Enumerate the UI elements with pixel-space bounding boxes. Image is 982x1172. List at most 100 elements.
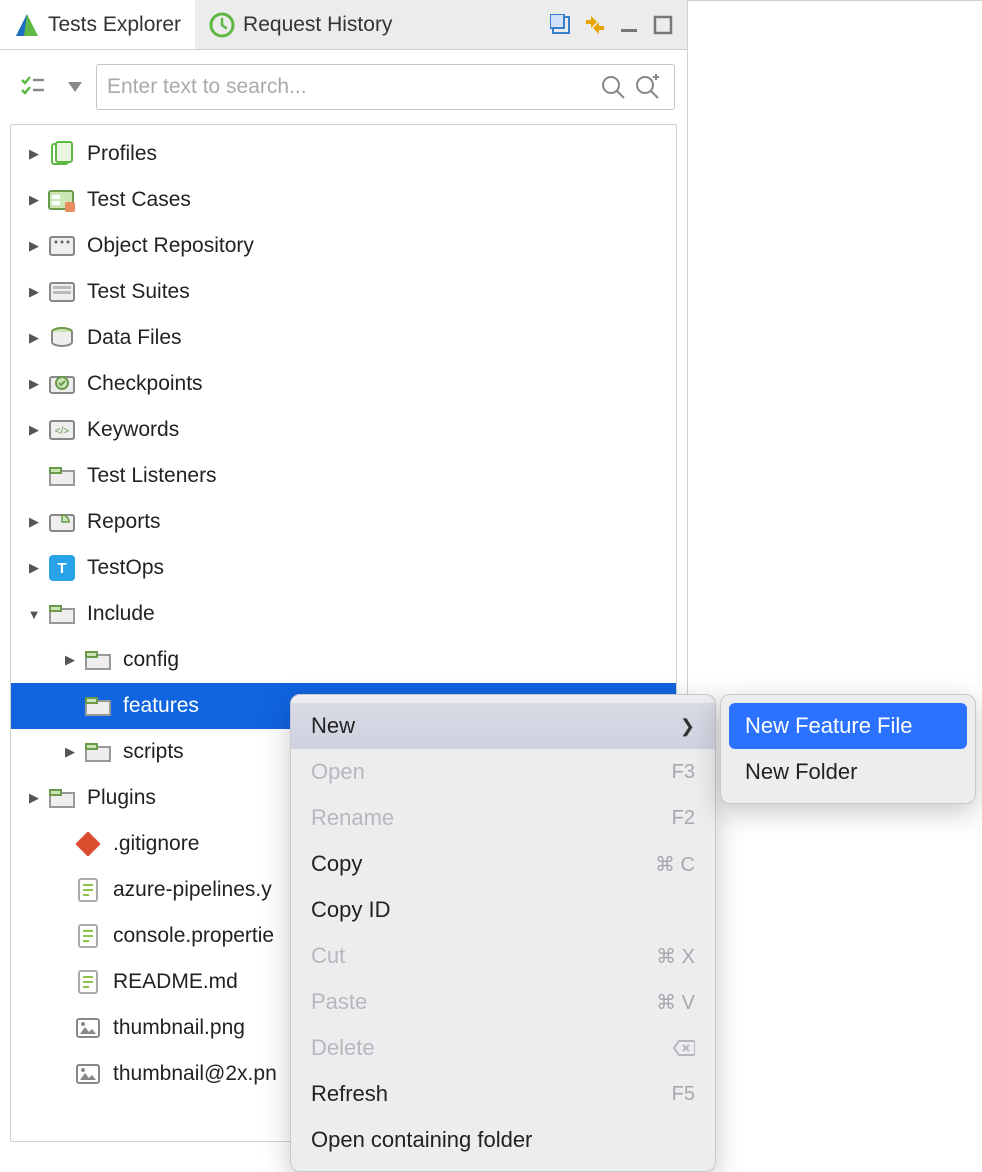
tab-tests-explorer[interactable]: Tests Explorer <box>0 0 195 49</box>
ctx-copy[interactable]: Copy ⌘ C <box>291 841 715 887</box>
ctx-label: Copy ID <box>311 897 695 923</box>
ctx-label: Rename <box>311 805 672 831</box>
ctx-label: Delete <box>311 1035 673 1061</box>
caret-right-icon: ▶ <box>21 330 47 346</box>
ctx-cut: Cut ⌘ X <box>291 933 715 979</box>
tree-label: Profiles <box>87 142 157 166</box>
tree-label: Test Cases <box>87 188 191 212</box>
caret-right-icon: ▶ <box>57 652 83 668</box>
sub-label: New Folder <box>745 759 857 785</box>
tab-request-history[interactable]: Request History <box>195 0 406 49</box>
ctx-shortcut: ⌘ C <box>655 852 695 877</box>
ctx-shortcut: ⌘ V <box>656 990 695 1015</box>
tree-label: Include <box>87 602 155 626</box>
ctx-refresh[interactable]: Refresh F5 <box>291 1071 715 1117</box>
data-files-icon <box>47 323 77 353</box>
ctx-label: Open containing folder <box>311 1127 695 1153</box>
tree-label: TestOps <box>87 556 164 580</box>
link-icon[interactable] <box>581 11 609 39</box>
folder-icon <box>83 645 113 675</box>
folder-icon <box>83 737 113 767</box>
object-repo-icon <box>47 231 77 261</box>
tree-item-data-files[interactable]: ▶ Data Files <box>11 315 676 361</box>
git-icon <box>73 829 103 859</box>
tree-label: features <box>123 694 199 718</box>
delete-icon <box>673 1039 695 1057</box>
file-icon <box>73 875 103 905</box>
search-input-wrap <box>96 64 675 110</box>
caret-right-icon: ▶ <box>21 422 47 438</box>
filter-checklist-icon[interactable] <box>12 66 54 108</box>
folder-icon <box>47 461 77 491</box>
ctx-shortcut: F3 <box>672 761 695 784</box>
ctx-shortcut: ⌘ X <box>656 944 695 969</box>
tree-label: scripts <box>123 740 184 764</box>
caret-right-icon: ▶ <box>57 744 83 760</box>
sub-label: New Feature File <box>745 713 913 739</box>
context-menu: New ❯ Open F3 Rename F2 Copy ⌘ C Copy ID… <box>290 694 716 1172</box>
tree-item-test-suites[interactable]: ▶ Test Suites <box>11 269 676 315</box>
ctx-label: New <box>311 713 680 739</box>
submenu-arrow-icon: ❯ <box>680 716 695 737</box>
ctx-copy-id[interactable]: Copy ID <box>291 887 715 933</box>
testops-icon: T <box>47 553 77 583</box>
tree-label: Plugins <box>87 786 156 810</box>
tree-label: Object Repository <box>87 234 254 258</box>
ctx-paste: Paste ⌘ V <box>291 979 715 1025</box>
tree-item-test-listeners[interactable]: ▶ Test Listeners <box>11 453 676 499</box>
filter-dropdown-icon[interactable] <box>64 66 86 108</box>
ctx-shortcut: F5 <box>672 1083 695 1106</box>
tree-item-include[interactable]: ▼ Include <box>11 591 676 637</box>
tree-item-checkpoints[interactable]: ▶ Checkpoints <box>11 361 676 407</box>
reports-icon <box>47 507 77 537</box>
tree-item-profiles[interactable]: ▶ Profiles <box>11 131 676 177</box>
caret-right-icon: ▶ <box>21 560 47 576</box>
svg-text:</>: </> <box>55 426 70 437</box>
tree-item-object-repository[interactable]: ▶ Object Repository <box>11 223 676 269</box>
file-icon <box>73 921 103 951</box>
tree-item-config[interactable]: ▶ config <box>11 637 676 683</box>
tree-item-reports[interactable]: ▶ Reports <box>11 499 676 545</box>
image-icon <box>73 1059 103 1089</box>
tree-item-keywords[interactable]: ▶ </> Keywords <box>11 407 676 453</box>
caret-down-icon: ▼ <box>21 607 47 622</box>
ctx-rename: Rename F2 <box>291 795 715 841</box>
caret-right-icon: ▶ <box>21 514 47 530</box>
search-add-icon[interactable] <box>630 70 664 104</box>
caret-right-icon: ▶ <box>21 192 47 208</box>
svg-text:T: T <box>57 560 66 577</box>
caret-right-icon: ▶ <box>21 146 47 162</box>
tree-label: Data Files <box>87 326 182 350</box>
file-icon <box>73 967 103 997</box>
tree-item-test-cases[interactable]: ▶ Test Cases <box>11 177 676 223</box>
image-icon <box>73 1013 103 1043</box>
folder-icon <box>83 691 113 721</box>
ctx-shortcut: F2 <box>672 807 695 830</box>
split-icon[interactable] <box>547 11 575 39</box>
ctx-label: Refresh <box>311 1081 672 1107</box>
ctx-label: Open <box>311 759 672 785</box>
minimize-icon[interactable] <box>615 11 643 39</box>
caret-right-icon: ▶ <box>21 376 47 392</box>
sub-new-folder[interactable]: New Folder <box>729 749 967 795</box>
right-panel <box>688 0 982 1152</box>
tests-explorer-icon <box>14 12 40 38</box>
sub-new-feature-file[interactable]: New Feature File <box>729 703 967 749</box>
ctx-open-folder[interactable]: Open containing folder <box>291 1117 715 1163</box>
tab-toolbar <box>547 11 687 39</box>
tree-label: Reports <box>87 510 161 534</box>
tree-label: thumbnail.png <box>113 1016 245 1040</box>
ctx-delete: Delete <box>291 1025 715 1071</box>
tree-label: azure-pipelines.y <box>113 878 272 902</box>
tree-item-testops[interactable]: ▶ T TestOps <box>11 545 676 591</box>
caret-right-icon: ▶ <box>21 790 47 806</box>
search-icon[interactable] <box>596 70 630 104</box>
tree-label: README.md <box>113 970 238 994</box>
ctx-new[interactable]: New ❯ <box>291 703 715 749</box>
maximize-icon[interactable] <box>649 11 677 39</box>
tree-label: .gitignore <box>113 832 199 856</box>
search-bar <box>0 50 687 124</box>
folder-icon <box>47 783 77 813</box>
tree-label: Test Listeners <box>87 464 217 488</box>
search-input[interactable] <box>107 75 596 99</box>
